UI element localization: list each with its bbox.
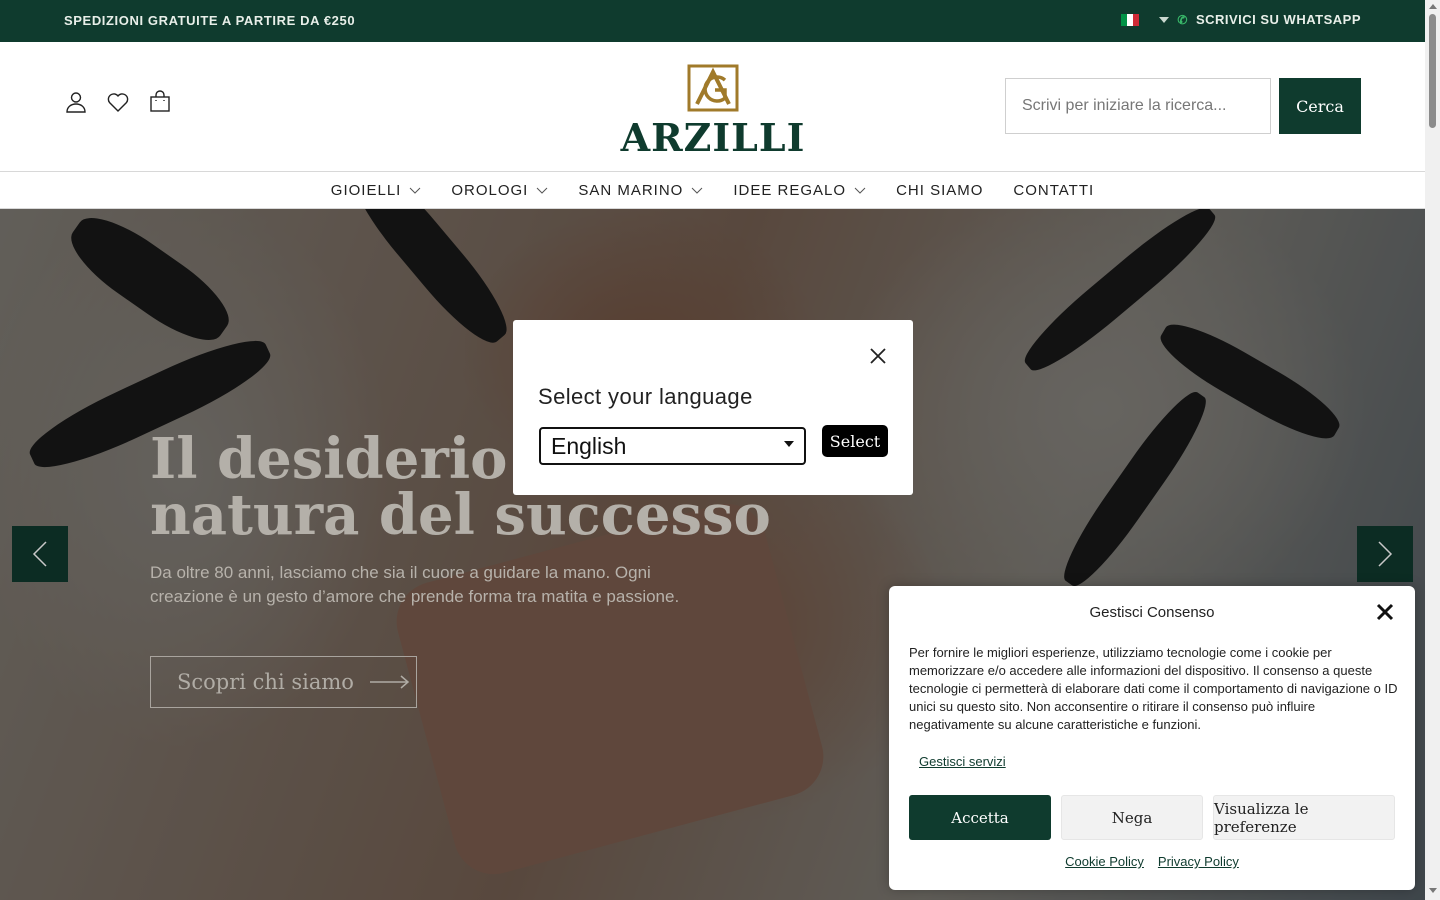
consent-title: Gestisci Consenso: [1089, 604, 1215, 621]
hero-cta-label: Scopri chi siamo: [177, 670, 354, 694]
whatsapp-icon[interactable]: ✆: [1177, 13, 1188, 27]
free-shipping-notice: SPEDIZIONI GRATUITE A PARTIRE DA €250: [64, 13, 356, 28]
close-icon[interactable]: [869, 347, 887, 365]
logo-text: ARZILLI: [620, 115, 806, 160]
chevron-down-icon: [536, 187, 548, 194]
language-select-value: English: [551, 432, 627, 459]
hero-title-line: natura del successo: [150, 482, 771, 548]
language-dropdown-icon[interactable]: [1159, 16, 1170, 23]
chevron-left-icon: [32, 541, 47, 567]
nav-item-label: CONTATTI: [1013, 181, 1095, 199]
language-select-button[interactable]: Select: [822, 425, 888, 457]
nav-item-san-marino[interactable]: SAN MARINO: [578, 182, 703, 199]
page-scrollbar[interactable]: [1425, 0, 1440, 900]
whatsapp-link[interactable]: SCRIVICI SU WHATSAPP: [1196, 12, 1361, 27]
nav-item-chi-siamo[interactable]: CHI SIAMO: [896, 182, 983, 199]
close-icon[interactable]: [1375, 602, 1395, 622]
heart-icon[interactable]: [106, 90, 130, 114]
nav-item-label: IDEE REGALO: [733, 181, 847, 199]
cookie-consent-panel: Gestisci Consenso Per fornire le miglior…: [889, 586, 1415, 890]
nav-item-label: GIOIELLI: [330, 181, 402, 199]
cookie-policy-link[interactable]: Cookie Policy: [1065, 854, 1144, 869]
chevron-down-icon: [409, 187, 421, 194]
nav-item-idee-regalo[interactable]: IDEE REGALO: [733, 182, 866, 199]
top-bar: SPEDIZIONI GRATUITE A PARTIRE DA €250 ✆ …: [0, 0, 1425, 42]
nav-item-orologi[interactable]: OROLOGI: [451, 182, 548, 199]
chevron-down-icon: [692, 187, 703, 194]
accept-button[interactable]: Accetta: [909, 795, 1051, 840]
nav-item-label: OROLOGI: [451, 181, 529, 199]
deny-button[interactable]: Nega: [1061, 795, 1203, 840]
hero-cta-button[interactable]: Scopri chi siamo: [150, 656, 417, 708]
scroll-down-icon[interactable]: [1429, 888, 1437, 893]
privacy-policy-link[interactable]: Privacy Policy: [1158, 854, 1239, 869]
search-input[interactable]: Scrivi per iniziare la ricerca...: [1005, 78, 1271, 134]
italian-flag-icon[interactable]: [1121, 13, 1140, 26]
nav-item-contatti[interactable]: CONTATTI: [1013, 182, 1094, 199]
consent-description: Per fornire le migliori esperienze, util…: [909, 645, 1398, 732]
header-icons: [64, 90, 172, 114]
topbar-right: ✆ SCRIVICI SU WHATSAPP: [1121, 12, 1361, 27]
user-icon[interactable]: [64, 90, 88, 114]
manage-services-link[interactable]: Gestisci servizi: [919, 754, 1006, 769]
chevron-right-icon: [1378, 541, 1393, 567]
slider-prev-button[interactable]: [12, 526, 68, 582]
site-header: ARZILLI Scrivi per iniziare la ricerca..…: [0, 42, 1425, 172]
language-modal-title: Select your language: [538, 384, 753, 409]
scrollbar-thumb[interactable]: [1429, 14, 1436, 128]
language-modal: Select your language English Select: [513, 320, 913, 495]
main-nav: GIOIELLI OROLOGI SAN MARINO IDEE REGALO …: [0, 171, 1425, 209]
bag-icon[interactable]: [148, 90, 172, 114]
nav-item-label: CHI SIAMO: [896, 181, 984, 199]
chevron-down-icon: [854, 187, 866, 194]
nav-item-gioielli[interactable]: GIOIELLI: [331, 182, 422, 199]
hero-subtitle: Da oltre 80 anni, lasciamo che sia il cu…: [150, 563, 680, 606]
slider-next-button[interactable]: [1357, 526, 1413, 582]
scroll-up-icon[interactable]: [1429, 4, 1437, 9]
view-preferences-button[interactable]: Visualizza le preferenze: [1213, 795, 1395, 840]
chevron-down-icon: [784, 441, 794, 447]
language-select[interactable]: English: [539, 427, 806, 465]
search-button[interactable]: Cerca: [1279, 78, 1361, 134]
arzilli-logo[interactable]: ARZILLI: [612, 64, 814, 158]
logo-monogram-icon: [687, 64, 739, 112]
consent-footer-links: Cookie Policy Privacy Policy: [889, 854, 1415, 869]
nav-item-label: SAN MARINO: [578, 181, 684, 199]
arrow-right-icon: [369, 675, 410, 689]
